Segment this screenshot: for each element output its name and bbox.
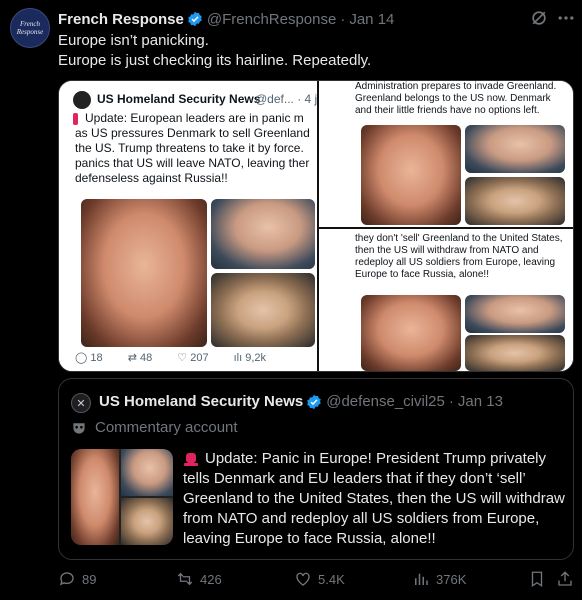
embedded-views: 9,2k (245, 352, 267, 364)
quoted-date: Jan 13 (457, 393, 503, 410)
bookmark-icon (531, 571, 543, 588)
photo-man-hands-on-head-2 (361, 125, 461, 225)
post-header: French Response @FrenchResponse · Jan 14 (58, 9, 394, 29)
like-icon (296, 572, 310, 586)
commentary-label: Commentary account (95, 419, 238, 436)
quoted-header: US Homeland Security News @defense_civil… (99, 393, 503, 410)
embedded-views-icon: ılı (233, 352, 246, 364)
repost-icon (177, 572, 193, 586)
quoted-separator: · (448, 393, 454, 410)
alert-light-icon (183, 450, 199, 467)
photo-woman-on-phone-3 (465, 335, 565, 371)
bottom-right-text: they don't 'sell' Greenland to the Unite… (355, 233, 563, 280)
media-left-screenshot: US Homeland Security News @def... · 4 j … (59, 81, 319, 371)
embedded-actions: ◯ 18 ⇄ 48 ♡ 207 ılı 9,2k (75, 351, 266, 364)
embedded-avatar (73, 91, 91, 109)
photo-man-hand-on-forehead (211, 199, 315, 269)
quoted-text: Update: Panic in Europe! President Trump… (183, 450, 565, 547)
post-text-line2: Europe is just checking its hairline. Re… (58, 52, 372, 69)
share-button[interactable] (556, 570, 574, 588)
repost-count: 426 (200, 571, 222, 587)
views-count: 376K (436, 571, 467, 587)
post-media[interactable]: US Homeland Security News @def... · 4 j … (58, 80, 574, 372)
bookmark-button[interactable] (528, 570, 546, 588)
media-top-right-screenshot: Administration prepares to invade Greenl… (319, 81, 573, 229)
header-separator: · (340, 10, 346, 28)
photo-man-hands-on-head-3 (361, 295, 461, 371)
quoted-photo-1 (71, 449, 119, 545)
embedded-repost-icon: ⇄ (127, 352, 140, 364)
action-bar: 89 426 5.4K 376K (58, 570, 578, 592)
author-name[interactable]: French Response (58, 11, 184, 28)
like-button[interactable]: 5.4K (294, 570, 345, 588)
like-count: 5.4K (318, 571, 345, 587)
photo-man-hand-on-forehead-2 (465, 125, 565, 173)
repost-button[interactable]: 426 (176, 570, 222, 588)
post-text-line1: Europe isn’t panicking. (58, 32, 209, 49)
avatar-text: French Response (16, 20, 44, 36)
views-icon (415, 573, 428, 585)
grok-icon[interactable] (529, 8, 549, 28)
photo-man-hands-on-head (81, 199, 207, 347)
embedded-replies: 18 (90, 352, 103, 364)
quoted-tweet[interactable]: ✕ US Homeland Security News @defense_civ… (58, 378, 574, 560)
top-right-text: Administration prepares to invade Greenl… (355, 81, 557, 116)
photo-man-hand-on-forehead-3 (465, 295, 565, 333)
quoted-handle: @defense_civil25 (326, 393, 445, 410)
media-bottom-right-screenshot: they don't 'sell' Greenland to the Unite… (319, 229, 573, 371)
views-button[interactable]: 376K (412, 570, 466, 588)
embedded-like-icon: ♡ (177, 352, 191, 364)
quoted-verified-badge-icon (307, 394, 321, 409)
reply-icon (59, 572, 74, 586)
embedded-handle: @def... · 4 j (255, 92, 318, 106)
commentary-mask-icon (73, 422, 85, 434)
share-icon (558, 571, 572, 586)
verified-badge-icon (188, 11, 202, 27)
reply-button[interactable]: 89 (58, 570, 96, 588)
embedded-text: Update: European leaders are in panic m … (75, 111, 310, 185)
commentary-label-row: Commentary account (71, 419, 238, 436)
photo-woman-on-phone (211, 273, 315, 347)
embedded-reposts: 48 (139, 352, 153, 364)
quoted-author: US Homeland Security News (99, 393, 304, 410)
quoted-media (71, 449, 173, 545)
quoted-avatar: ✕ (71, 393, 91, 413)
photo-woman-on-phone-2 (465, 177, 565, 225)
embedded-likes: 207 (190, 352, 209, 364)
quoted-photo-2 (121, 449, 173, 496)
embedded-reply-icon: ◯ (75, 352, 91, 364)
quoted-photo-3 (121, 498, 173, 545)
embedded-author: US Homeland Security News (97, 92, 261, 106)
author-avatar[interactable]: French Response (10, 8, 50, 48)
post-date[interactable]: Jan 14 (349, 11, 394, 28)
author-handle[interactable]: @FrenchResponse (207, 11, 336, 28)
more-icon[interactable] (556, 8, 576, 28)
reply-count: 89 (82, 571, 97, 587)
